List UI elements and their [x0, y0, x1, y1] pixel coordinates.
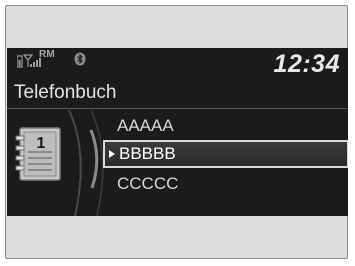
- contact-item[interactable]: AAAAA: [115, 112, 347, 140]
- contact-item[interactable]: CCCCC: [115, 170, 347, 198]
- status-bar: RM 12:34: [7, 48, 348, 82]
- selection-caret-icon: [109, 150, 115, 158]
- contact-name: CCCCC: [117, 174, 179, 193]
- phonebook-icon-number: 1: [37, 135, 46, 152]
- carrier-badge: RM: [39, 49, 55, 60]
- signal-strength-icon: [17, 54, 41, 68]
- screen-title: Telefonbuch: [14, 82, 117, 103]
- contact-name: BBBBB: [119, 144, 176, 163]
- phonebook-icon: 1: [14, 126, 66, 189]
- contact-item-selected[interactable]: BBBBB: [103, 140, 348, 168]
- phone-screen: RM 12:34 Telefonbuch 1 AAAAA BBBBB CCCCC: [7, 48, 348, 216]
- contact-name: AAAAA: [117, 116, 174, 135]
- bluetooth-icon: [74, 52, 86, 66]
- clock: 12:34: [273, 50, 340, 78]
